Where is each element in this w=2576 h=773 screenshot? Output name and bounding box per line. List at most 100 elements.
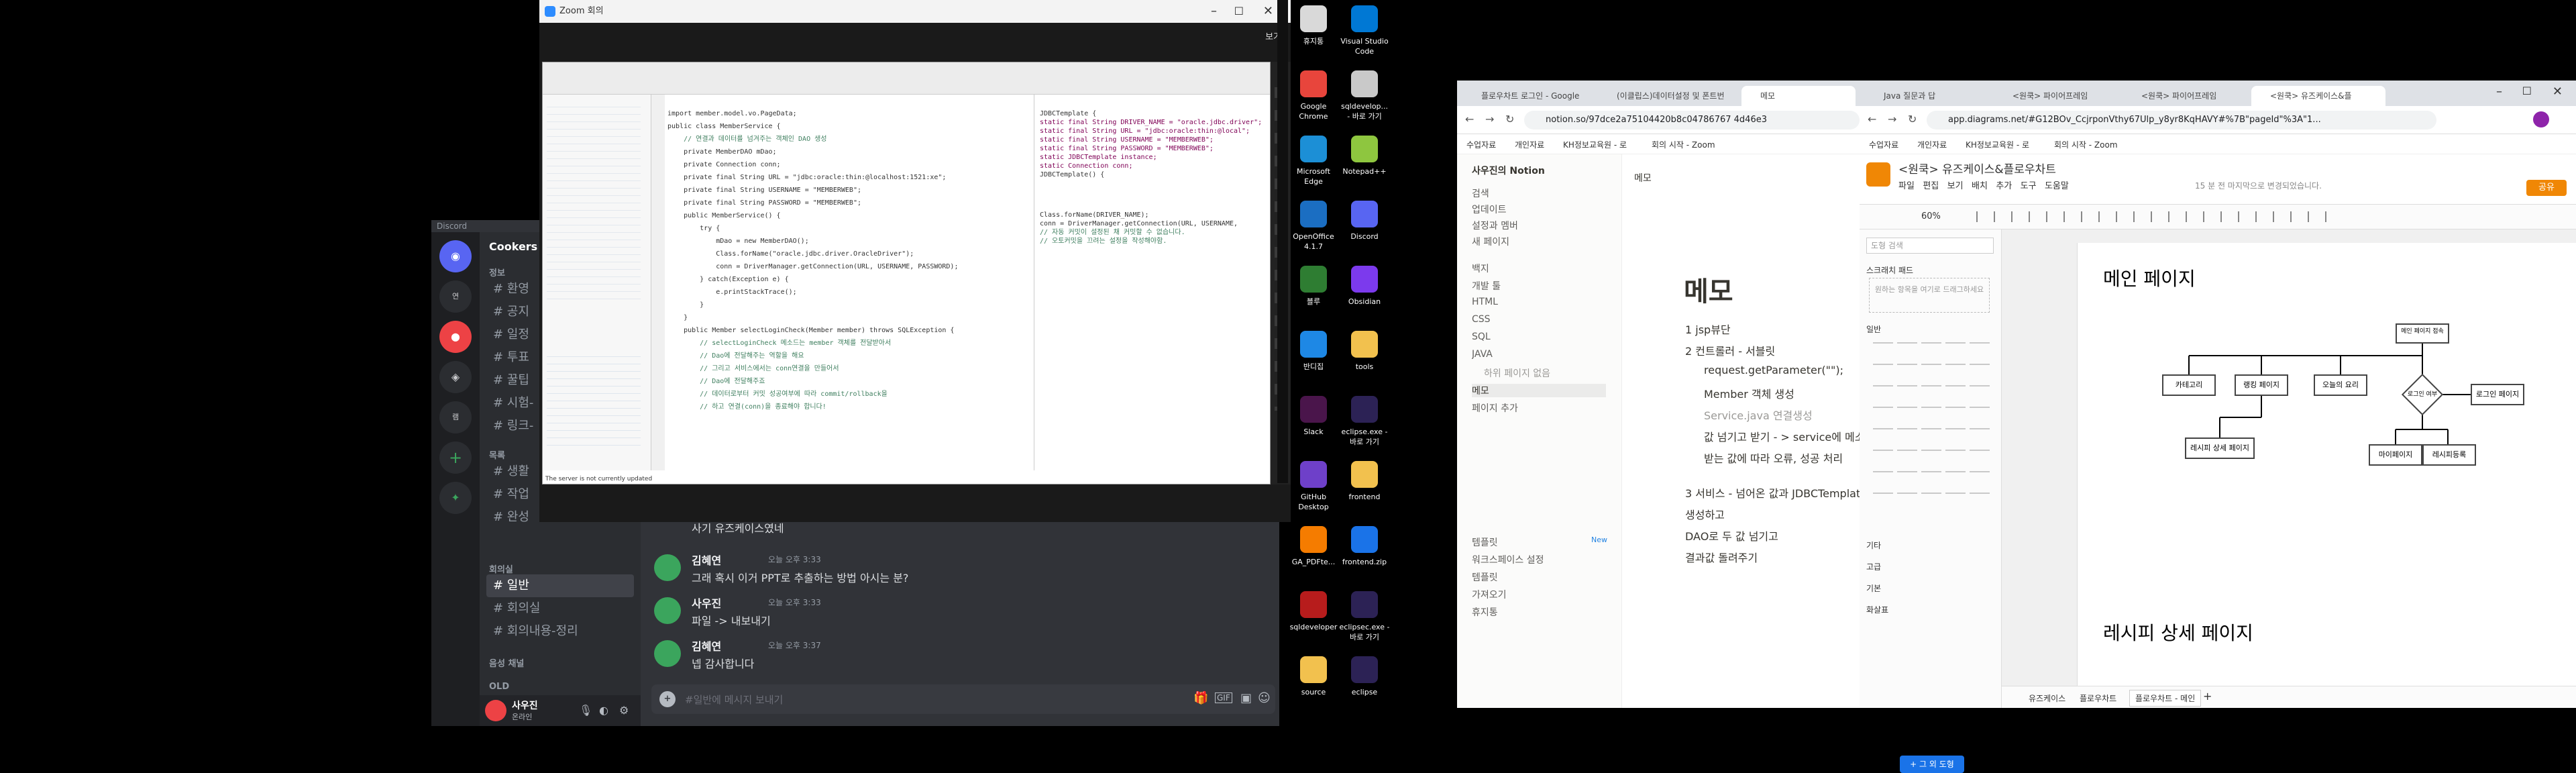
share-button[interactable]: 공유	[2526, 180, 2567, 196]
page-tab[interactable]: 플로우차트	[2080, 692, 2116, 704]
breadcrumb[interactable]: 메모	[1634, 171, 1652, 185]
note-line[interactable]: 생성하고	[1685, 506, 1725, 522]
desktop-icon[interactable]: frontend.zip	[1339, 526, 1390, 567]
category-old[interactable]: OLD	[489, 682, 509, 692]
bookmark-item[interactable]: 개인자료	[1917, 139, 1947, 150]
close-icon[interactable]: ✕	[2553, 85, 2563, 99]
page-tree-item[interactable]: HTML	[1472, 297, 1498, 307]
server-icon-cookers[interactable]: ●	[439, 321, 472, 353]
browser-tab[interactable]: (이클립스)데이터설정 및 폰트번	[1598, 86, 1739, 106]
category-info[interactable]: 정보	[489, 266, 505, 278]
section-general[interactable]: 일반	[1866, 323, 1881, 335]
second-editor[interactable]: JDBCTemplate {static final String DRIVER…	[1034, 95, 1270, 470]
channel-item[interactable]: # 회의내용-정리	[486, 620, 634, 643]
message-author[interactable]: 사우진	[692, 595, 721, 611]
page-tree-item[interactable]: SQL	[1472, 331, 1491, 342]
desktop-icon[interactable]: OpenOffice 4.1.7	[1288, 201, 1339, 252]
reload-icon[interactable]: ↻	[1908, 113, 1917, 125]
menu-view[interactable]: 보기	[1947, 181, 1964, 191]
browser-tab[interactable]: <원쿡> 파이어프레임	[2123, 86, 2250, 106]
sticker-icon[interactable]: ▣	[1240, 691, 1252, 705]
desktop-icon[interactable]: Google Chrome	[1288, 70, 1339, 121]
sidebar-templates-2[interactable]: 템플릿	[1472, 570, 1498, 584]
desktop-icon[interactable]: sqldevelop... - 바로 가기	[1339, 70, 1390, 121]
flow-node-decision[interactable]: 로그인 여부	[2402, 389, 2443, 398]
bookmark-item[interactable]: 수업자료	[1466, 139, 1496, 150]
flow-node[interactable]: 오늘의 요리	[2314, 374, 2367, 396]
url-field[interactable]: app.diagrams.net/#G12BOv_CcjrponVthy67Ul…	[1927, 111, 2436, 130]
channel-item[interactable]: # 회의실	[486, 597, 634, 620]
flow-node[interactable]: 메인 페이지 접속	[2396, 323, 2449, 344]
menu-extras[interactable]: 추가	[1996, 181, 2012, 191]
menu-edit[interactable]: 편집	[1923, 181, 1939, 191]
desktop-icon[interactable]: 휴지통	[1288, 5, 1339, 46]
desktop-icon[interactable]: GitHub Desktop	[1288, 461, 1339, 512]
reload-icon[interactable]: ↻	[1505, 113, 1514, 125]
bookmark-item[interactable]: 개인자료	[1515, 139, 1544, 150]
desktop-icon[interactable]: Discord	[1339, 201, 1390, 242]
section-misc[interactable]: 기타	[1866, 539, 1881, 551]
server-icon-4[interactable]: 램	[439, 401, 472, 433]
sidebar-updates[interactable]: 업데이트	[1472, 203, 1507, 216]
minimize-icon[interactable]: –	[1211, 0, 1217, 23]
note-line[interactable]: request.getParameter("");	[1704, 364, 1843, 376]
desktop-icon[interactable]: Microsoft Edge	[1288, 136, 1339, 187]
menu-file[interactable]: 파일	[1898, 181, 1915, 191]
sidebar-new-page[interactable]: 새 페이지	[1472, 235, 1509, 248]
server-icon-1[interactable]: 연	[439, 280, 472, 313]
page-tree-item[interactable]: 백지	[1472, 262, 1489, 275]
browser-tab[interactable]: <원쿡> 파이어프레임	[1994, 86, 2121, 106]
browser-tab[interactable]: 플로우차트 로그인 - Google	[1462, 86, 1597, 106]
desktop-icon[interactable]: frontend	[1339, 461, 1390, 502]
general-shapes-grid[interactable]	[1869, 337, 1994, 505]
page-title[interactable]: 메모	[1684, 270, 1733, 309]
scratchpad-drop-area[interactable]: 원하는 항목을 여기로 드래그하세요	[1869, 278, 1990, 313]
discord-home-icon[interactable]: ◉	[439, 240, 472, 272]
desktop-icon[interactable]: sqldeveloper	[1288, 591, 1339, 632]
page-tree-item[interactable]: CSS	[1472, 314, 1491, 325]
desktop-icon[interactable]: GA_PDFte...	[1288, 526, 1339, 567]
diagram-title[interactable]: <원쿡> 유즈케이스&플로우차트	[1898, 160, 2056, 176]
bookmark-item[interactable]: KH정보교육원 - 로	[1563, 139, 1627, 150]
page-tree-item-selected[interactable]: 메모	[1472, 384, 1606, 397]
avatar[interactable]	[654, 597, 681, 624]
message-input-box[interactable]: + #일반에 메시지 보내기 🎁 GIF ▣ ☺	[651, 684, 1275, 714]
flow-node[interactable]: 카테고리	[2162, 374, 2216, 396]
note-line[interactable]: Service.java 연결생성	[1704, 407, 1813, 423]
back-icon[interactable]: ←	[1465, 113, 1474, 125]
url-field[interactable]: notion.so/97dce2a75104420b8c04786767 4d4…	[1524, 111, 1860, 130]
flow-node[interactable]: 레시피등록	[2422, 444, 2476, 466]
server-name[interactable]: Cookers	[489, 240, 537, 253]
note-line[interactable]: 받는 값에 따라 오류, 성공 처리	[1704, 450, 1843, 466]
desktop-icon[interactable]: 반디집	[1288, 331, 1339, 372]
bookmark-item[interactable]: 회의 시작 - Zoom	[1652, 139, 1715, 150]
workspace-name[interactable]: 사우진의 Notion	[1472, 164, 1545, 177]
microphone-icon[interactable]: 🎙	[579, 704, 592, 717]
note-line[interactable]: 결과값 돌려주기	[1685, 549, 1758, 565]
headphones-icon[interactable]: ◐	[599, 704, 608, 717]
add-server-icon[interactable]: +	[439, 442, 472, 474]
explore-servers-icon[interactable]: ✦	[439, 482, 472, 514]
message-author[interactable]: 김혜연	[692, 552, 721, 568]
section-advanced[interactable]: 고급	[1866, 561, 1881, 572]
section-basic[interactable]: 기본	[1866, 582, 1881, 594]
note-line[interactable]: 1 jsp뷰단	[1685, 321, 1731, 337]
browser-tab-active[interactable]: 메모	[1741, 86, 1856, 106]
back-icon[interactable]: ←	[1868, 113, 1876, 125]
add-page-icon[interactable]: +	[2203, 690, 2212, 703]
desktop-icon[interactable]: eclipse	[1339, 656, 1390, 697]
more-shapes-button[interactable]: + 그 외 도형	[1900, 756, 1964, 773]
add-attachment-icon[interactable]: +	[659, 691, 676, 707]
desktop-icon[interactable]: eclipse.exe - 바로 가기	[1339, 396, 1390, 447]
sidebar-settings[interactable]: 설정과 멤버	[1472, 219, 1518, 232]
close-icon[interactable]: ✕	[1263, 0, 1273, 23]
category-meeting[interactable]: 회의실	[489, 562, 513, 575]
desktop-icon[interactable]: Visual Studio Code	[1339, 5, 1390, 56]
page-tree-item[interactable]: JAVA	[1472, 349, 1493, 360]
code-editor[interactable]: import member.model.vo.PageData; public c…	[667, 109, 1030, 458]
avatar[interactable]	[654, 640, 681, 667]
desktop-icon[interactable]: tools	[1339, 331, 1390, 372]
menu-help[interactable]: 도움말	[2045, 181, 2069, 191]
menu-arrange[interactable]: 배치	[1972, 181, 1988, 191]
add-page-button[interactable]: 페이지 추가	[1472, 401, 1518, 415]
